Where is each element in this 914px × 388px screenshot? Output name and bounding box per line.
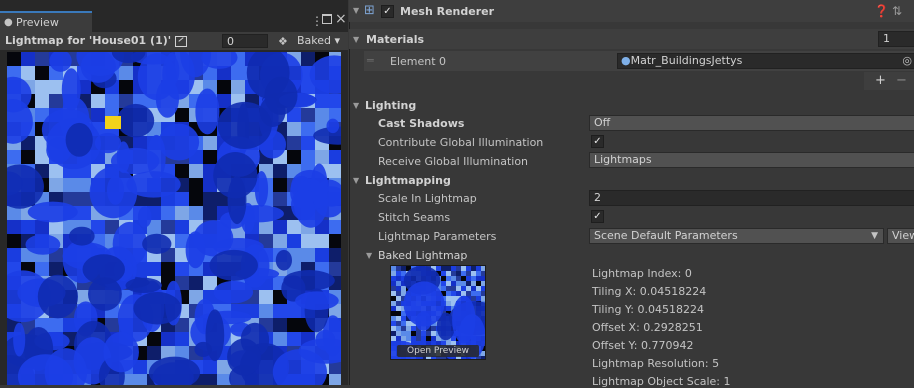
foldout-arrow-icon[interactable]: ▼ — [353, 35, 359, 44]
material-name: Matr_BuildingsJettys — [630, 54, 743, 67]
stitch-seams-checkbox[interactable]: ✓ — [591, 210, 604, 223]
lightmap-index-field[interactable]: 0 — [222, 34, 268, 48]
foldout-arrow-icon[interactable]: ▼ — [353, 176, 359, 185]
receive-gi-label: Receive Global Illumination — [378, 155, 529, 168]
materials-count-field[interactable]: 1 — [878, 31, 914, 47]
cast-shadows-dropdown[interactable]: Off — [589, 115, 914, 131]
lightmap-object-scale-info: Lightmap Object Scale: 1 — [592, 375, 731, 388]
object-picker-icon[interactable]: ◎ — [902, 54, 912, 68]
lightmap-resolution-info: Lightmap Resolution: 5 — [592, 357, 720, 370]
help-icon[interactable]: ❓ — [874, 4, 889, 18]
contribute-gi-checkbox[interactable]: ✓ — [591, 135, 604, 148]
lightmap-parameters-label: Lightmap Parameters — [378, 230, 497, 243]
component-title: Mesh Renderer — [400, 5, 495, 18]
add-element-button[interactable]: + — [875, 73, 886, 88]
chevron-down-icon: ▼ — [871, 231, 878, 241]
stitch-seams-label: Stitch Seams — [378, 211, 451, 224]
baked-dropdown[interactable]: Baked ▾ — [297, 34, 340, 47]
material-sphere-icon: ● — [621, 54, 631, 67]
settings-icon[interactable]: ⇅ — [892, 4, 902, 18]
mesh-renderer-icon: ⊞ — [364, 3, 375, 18]
tab-preview[interactable]: ● Preview — [0, 11, 92, 32]
lightmap-parameters-dropdown[interactable]: Scene Default Parameters ▼ — [589, 228, 884, 244]
view-button[interactable]: View — [887, 228, 914, 244]
lightmap-texture-image — [7, 52, 341, 385]
foldout-arrow-icon[interactable]: ▼ — [353, 101, 359, 110]
tiling-x-info: Tiling X: 0.04518224 — [592, 285, 707, 298]
scale-in-lightmap-label: Scale In Lightmap — [378, 192, 477, 205]
lightmap-parameters-value: Scene Default Parameters — [594, 229, 738, 242]
open-preview-button[interactable]: Open Preview — [397, 345, 479, 357]
component-enabled-checkbox[interactable]: ✓ — [381, 5, 394, 18]
baked-dropdown-label: Baked — [297, 34, 332, 47]
foldout-arrow-icon[interactable]: ▼ — [366, 251, 372, 260]
foldout-arrow-icon[interactable]: ▼ — [353, 6, 359, 15]
maximize-icon[interactable] — [322, 14, 332, 24]
chevron-down-icon: ▾ — [331, 34, 341, 47]
offset-x-info: Offset X: 0.2928251 — [592, 321, 703, 334]
remove-element-button[interactable]: − — [896, 73, 907, 88]
cast-shadows-label: Cast Shadows — [378, 117, 465, 130]
close-icon[interactable]: × — [335, 11, 347, 27]
baked-lightmap-label[interactable]: Baked Lightmap — [378, 249, 467, 262]
offset-y-info: Offset Y: 0.770942 — [592, 339, 694, 352]
layers-icon[interactable]: ❖ — [278, 35, 288, 48]
lighting-section-label[interactable]: Lighting — [365, 99, 416, 112]
bullet-icon: ● — [4, 17, 13, 28]
drag-handle-icon[interactable]: ═ — [367, 54, 374, 67]
contribute-gi-label: Contribute Global Illumination — [378, 136, 544, 149]
tab-preview-label: Preview — [16, 16, 59, 29]
element-0-label: Element 0 — [390, 55, 447, 68]
receive-gi-dropdown[interactable]: Lightmaps — [589, 152, 914, 168]
lightmap-index-info: Lightmap Index: 0 — [592, 267, 692, 280]
materials-header[interactable] — [349, 29, 914, 49]
materials-label: Materials — [366, 33, 425, 46]
material-object-field[interactable]: ●Matr_BuildingsJettys ◎ — [617, 53, 914, 69]
tiling-y-info: Tiling Y: 0.04518224 — [592, 303, 704, 316]
baked-lightmap-thumbnail[interactable]: Open Preview — [376, 265, 501, 376]
lightmapping-section-label[interactable]: Lightmapping — [365, 174, 451, 187]
texture-icon[interactable] — [175, 36, 187, 47]
lightmap-title: Lightmap for 'House01 (1)' — [5, 34, 172, 47]
lightmap-texture — [7, 52, 341, 385]
scale-in-lightmap-field[interactable]: 2 — [589, 190, 914, 206]
